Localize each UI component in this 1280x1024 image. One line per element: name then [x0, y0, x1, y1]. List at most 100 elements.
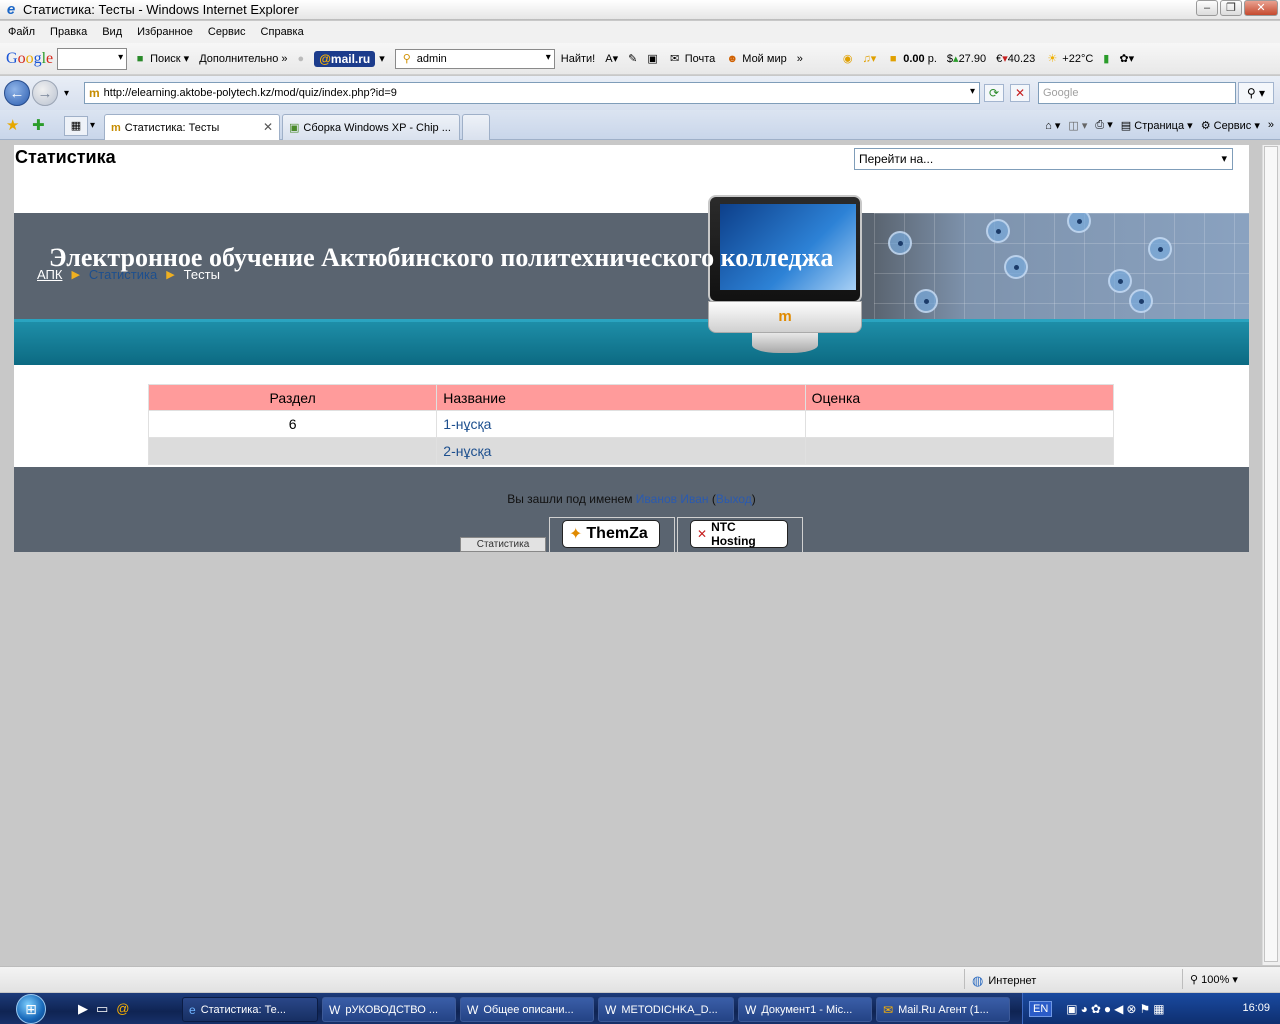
add-favorite-icon[interactable]: ✚ [32, 116, 45, 134]
tab-statistics[interactable]: m Статистика: Тесты ✕ [104, 114, 280, 140]
clock: 16:09 [1242, 1002, 1270, 1014]
taskbar-item-word1[interactable]: WрУКОВОДСТВО ... [322, 997, 456, 1022]
close-button[interactable]: ✕ [1244, 0, 1278, 16]
more-button[interactable]: Дополнительно » [199, 53, 287, 65]
zoom-control[interactable]: ⚲ 100% ▾ [1190, 973, 1238, 986]
taskbar-item-word3[interactable]: W METODICHKA_D... [598, 997, 734, 1022]
taskbar: ⊞ ▶ ▭ @ e Статистика: Те... WрУКОВОДСТВО … [0, 993, 1280, 1024]
back-button[interactable]: ← [4, 80, 30, 106]
themza-badge[interactable]: ✦ ThemZa [549, 517, 675, 552]
taskbar-item-word2[interactable]: W Общее описани... [460, 997, 594, 1022]
tab-windows-xp[interactable]: ▣ Сборка Windows XP - Chip ... [282, 114, 460, 140]
quiz-link[interactable]: 1-нұсқа [443, 416, 491, 432]
mailru-dropdown[interactable]: ▾ [379, 52, 385, 65]
web-search-button[interactable]: ⚲ ▾ [1238, 82, 1274, 104]
ntc-logo-icon: ✕ [697, 527, 708, 541]
status-bar: ◍ Интернет ⚲ 100% ▾ [0, 966, 1280, 992]
google-search-button[interactable]: ■ Поиск ▾ [133, 52, 189, 66]
weather-widget[interactable]: ☀ +22°C [1045, 52, 1093, 66]
new-tab-button[interactable] [462, 114, 490, 140]
refresh-button[interactable]: ⟳ [984, 84, 1004, 102]
find-button[interactable]: Найти! [561, 53, 595, 65]
highlight-icon[interactable]: ✎ [628, 52, 637, 65]
maximize-button[interactable]: ❐ [1220, 0, 1242, 16]
page-content: Статистика Перейти на... Электронное обу… [14, 145, 1249, 552]
breadcrumb-arrow-icon: ▶ [166, 269, 175, 281]
page-gutter [1249, 145, 1262, 965]
taskbar-item-word4[interactable]: W Документ1 - Mic... [738, 997, 872, 1022]
quick-tabs-icon[interactable]: ▦ [64, 116, 88, 136]
breadcrumb-home-link[interactable]: АПК [37, 267, 62, 282]
tab-list-dropdown[interactable]: ▾ [90, 116, 95, 136]
page-heading: Статистика [15, 147, 116, 167]
media-icon[interactable]: ▶ [78, 1001, 88, 1017]
ntc-hosting-badge[interactable]: ✕ NTC Hosting [677, 517, 803, 552]
column-header-name[interactable]: Название [436, 384, 806, 411]
menu-file[interactable]: Файл [8, 26, 35, 38]
screenshot-icon[interactable]: ▣ [647, 52, 657, 65]
jump-to-select[interactable]: Перейти на... [854, 148, 1233, 170]
scrollbar-thumb[interactable] [1264, 146, 1278, 962]
word-icon: W [745, 1002, 757, 1017]
mailru-logo[interactable]: @mail.ru [314, 50, 376, 67]
tools-menu[interactable]: ⚙ Сервис ▾ [1201, 119, 1260, 132]
mailru-agent-icon[interactable]: @ [116, 1001, 129, 1017]
taskbar-item-ie[interactable]: e Статистика: Те... [182, 997, 318, 1022]
agent-icon[interactable]: ◉ [843, 52, 853, 65]
taskbar-item-mailru-agent[interactable]: ✉ Mail.Ru Агент (1... [876, 997, 1010, 1022]
web-search-input[interactable]: Google [1038, 82, 1236, 104]
favorites-star-icon[interactable]: ★ [6, 116, 19, 134]
google-search-input[interactable] [57, 47, 128, 70]
balance-widget[interactable]: ■ 0.00 р. [886, 52, 937, 66]
page-footer: Вы зашли под именем Иванов Иван (Выход) … [14, 467, 1249, 552]
window-title-bar: e Статистика: Тесты - Windows Internet E… [0, 0, 1280, 20]
page-menu[interactable]: ▤ Страница ▾ [1121, 119, 1193, 132]
page-icon: ▤ [1120, 119, 1132, 132]
start-button[interactable]: ⊞ [0, 993, 62, 1024]
menu-view[interactable]: Вид [102, 26, 122, 38]
traffic-icon[interactable]: ▮ [1103, 52, 1109, 65]
mail-button[interactable]: ✉ Почта [668, 52, 715, 66]
music-icon[interactable]: ♫▾ [862, 52, 876, 65]
user-profile-link[interactable]: Иванов Иван [636, 492, 709, 506]
column-header-section[interactable]: Раздел [147, 384, 438, 411]
envelope-icon: ✉ [670, 52, 680, 65]
menu-edit[interactable]: Правка [50, 26, 87, 38]
usd-rate[interactable]: $ ▴ 27.90 [947, 52, 986, 66]
font-size-icon[interactable]: A▾ [605, 52, 618, 65]
column-header-grade[interactable]: Оценка [804, 384, 1115, 411]
show-desktop-icon[interactable]: ▭ [96, 1001, 108, 1017]
home-icon[interactable]: ⌂ ▾ [1045, 119, 1060, 132]
mail-user-input[interactable]: ⚲ admin [394, 48, 555, 69]
language-indicator[interactable]: EN [1029, 1000, 1053, 1017]
footer-statistics-tab[interactable]: Статистика [460, 537, 546, 552]
overflow-chevron[interactable]: » [797, 53, 803, 65]
tab-close-icon[interactable]: ✕ [263, 120, 273, 134]
cell-grade [804, 437, 1115, 465]
monitor-illustration: m [704, 195, 864, 360]
magnifier-icon: ⚲ [402, 52, 411, 65]
forward-button[interactable]: → [32, 80, 58, 106]
menu-help[interactable]: Справка [261, 26, 304, 38]
eur-rate[interactable]: € ▾ 40.23 [996, 52, 1035, 66]
quiz-link[interactable]: 2-нұсқа [443, 443, 491, 459]
address-dropdown-icon[interactable]: ▾ [970, 86, 975, 97]
command-overflow-icon[interactable]: » [1268, 119, 1274, 131]
address-input[interactable]: m http://elearning.aktobe-polytech.kz/mo… [84, 82, 980, 104]
print-icon[interactable]: ⎙ ▾ [1095, 118, 1112, 132]
extensions-icon[interactable]: ✿▾ [1119, 52, 1134, 65]
logout-link[interactable]: Выход [716, 492, 752, 506]
menu-tools[interactable]: Сервис [208, 26, 246, 38]
menu-favorites[interactable]: Избранное [137, 26, 193, 38]
stop-button[interactable]: ✕ [1010, 84, 1030, 102]
breadcrumb-arrow-icon: ▶ [71, 269, 80, 281]
breadcrumb-statistics-link[interactable]: Статистика [89, 267, 157, 282]
history-dropdown[interactable]: ▾ [64, 88, 69, 99]
myworld-button[interactable]: ☻ Мой мир [725, 52, 786, 66]
minimize-button[interactable]: – [1196, 0, 1218, 16]
moodle-favicon-icon: m [111, 121, 121, 134]
security-zone[interactable]: ◍ Интернет [972, 973, 1036, 989]
quiz-table: Раздел Название Оценка 6 1-нұсқа 2-нұсқа [147, 384, 1115, 465]
tray-icons[interactable]: ▣◕✿●◀⊗⚑▦ [1066, 1002, 1167, 1016]
feeds-icon[interactable]: ◫ ▾ [1068, 119, 1087, 132]
